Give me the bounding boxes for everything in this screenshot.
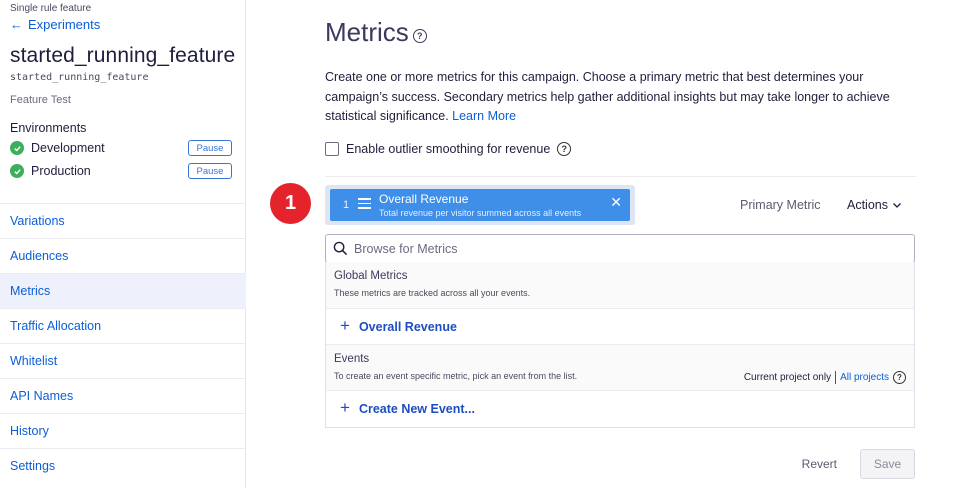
pause-development-button[interactable]: Pause	[188, 140, 232, 156]
metric-name: Overall Revenue	[379, 192, 469, 206]
environments-heading: Environments	[10, 121, 87, 135]
feature-key: started_running_feature	[10, 72, 149, 83]
environment-row-production: Production Pause	[10, 162, 232, 180]
sidebar-item-audiences[interactable]: Audiences	[0, 238, 246, 273]
check-circle-icon	[10, 141, 24, 155]
environment-row-development: Development Pause	[10, 139, 232, 157]
add-item-label: Overall Revenue	[358, 319, 457, 334]
back-to-experiments-link[interactable]: ← Experiments	[10, 17, 100, 32]
feature-title: started_running_feature	[10, 44, 236, 67]
section-title: Global Metrics	[334, 270, 408, 282]
section-subtitle: These metrics are tracked across all you…	[334, 288, 531, 298]
outlier-smoothing-option: Enable outlier smoothing for revenue ?	[325, 142, 572, 156]
sidebar-item-history[interactable]: History	[0, 413, 246, 448]
actions-label: Actions	[847, 198, 888, 212]
metrics-dropdown: Global Metrics These metrics are tracked…	[325, 262, 915, 428]
environment-name: Development	[31, 141, 105, 155]
sidebar-item-api-names[interactable]: API Names	[0, 378, 246, 413]
plus-icon: +	[340, 315, 350, 335]
outlier-smoothing-label: Enable outlier smoothing for revenue	[346, 142, 551, 156]
page-title-text: Metrics	[325, 17, 409, 47]
divider	[835, 371, 837, 384]
search-input[interactable]	[354, 241, 914, 256]
help-icon[interactable]: ?	[893, 371, 906, 384]
sidebar-item-metrics[interactable]: Metrics	[0, 273, 246, 308]
all-projects-option[interactable]: All projects	[840, 372, 889, 383]
arrow-left-icon: ←	[10, 17, 23, 32]
page-title: Metrics ?	[325, 17, 427, 48]
create-new-event-item[interactable]: + Create New Event...	[326, 390, 914, 426]
pause-production-button[interactable]: Pause	[188, 163, 232, 179]
selected-metric-chip[interactable]: 1 Overall Revenue Total revenue per visi…	[330, 189, 630, 221]
project-scope-toggle: Current project only All projects ?	[744, 371, 906, 384]
sidebar-nav: Variations Audiences Metrics Traffic All…	[0, 203, 246, 483]
events-section-header: Events To create an event specific metri…	[326, 344, 914, 390]
help-icon[interactable]: ?	[557, 142, 572, 156]
close-icon[interactable]: ✕	[610, 194, 622, 211]
feature-kind: Feature Test	[10, 94, 71, 106]
section-title: Events	[334, 353, 370, 365]
add-overall-revenue-item[interactable]: + Overall Revenue	[326, 308, 914, 344]
drag-handle-icon[interactable]	[358, 198, 371, 210]
metrics-search	[325, 234, 915, 263]
save-button[interactable]: Save	[860, 449, 915, 479]
sidebar-item-variations[interactable]: Variations	[0, 203, 246, 238]
primary-metric-label: Primary Metric	[740, 198, 821, 212]
divider	[325, 176, 916, 177]
check-circle-icon	[10, 164, 24, 178]
sidebar-item-whitelist[interactable]: Whitelist	[0, 343, 246, 378]
environment-name: Production	[31, 164, 91, 178]
metric-index: 1	[343, 199, 350, 211]
search-icon	[333, 241, 348, 256]
outlier-smoothing-checkbox[interactable]	[325, 142, 339, 156]
footer-actions: Revert Save	[792, 449, 915, 479]
current-project-only-option[interactable]: Current project only	[744, 372, 831, 383]
help-icon[interactable]: ?	[412, 28, 427, 43]
sidebar: Single rule feature ← Experiments starte…	[0, 0, 246, 488]
metric-description: Total revenue per visitor summed across …	[379, 208, 582, 218]
description-text: Create one or more metrics for this camp…	[325, 70, 890, 123]
revert-button[interactable]: Revert	[792, 457, 847, 471]
global-metrics-section-header: Global Metrics These metrics are tracked…	[326, 262, 914, 308]
learn-more-link[interactable]: Learn More	[452, 109, 516, 123]
metrics-description: Create one or more metrics for this camp…	[325, 68, 910, 127]
chevron-down-icon	[893, 203, 901, 208]
feature-type-label: Single rule feature	[10, 3, 92, 14]
add-item-label: Create New Event...	[358, 401, 475, 416]
actions-dropdown[interactable]: Actions	[847, 198, 902, 212]
sidebar-item-traffic-allocation[interactable]: Traffic Allocation	[0, 308, 246, 343]
main-content: Metrics ? Create one or more metrics for…	[247, 0, 956, 488]
back-link-label: Experiments	[28, 17, 101, 32]
plus-icon: +	[340, 397, 350, 417]
step-number-badge: 1	[270, 183, 311, 224]
sidebar-item-settings[interactable]: Settings	[0, 448, 246, 483]
